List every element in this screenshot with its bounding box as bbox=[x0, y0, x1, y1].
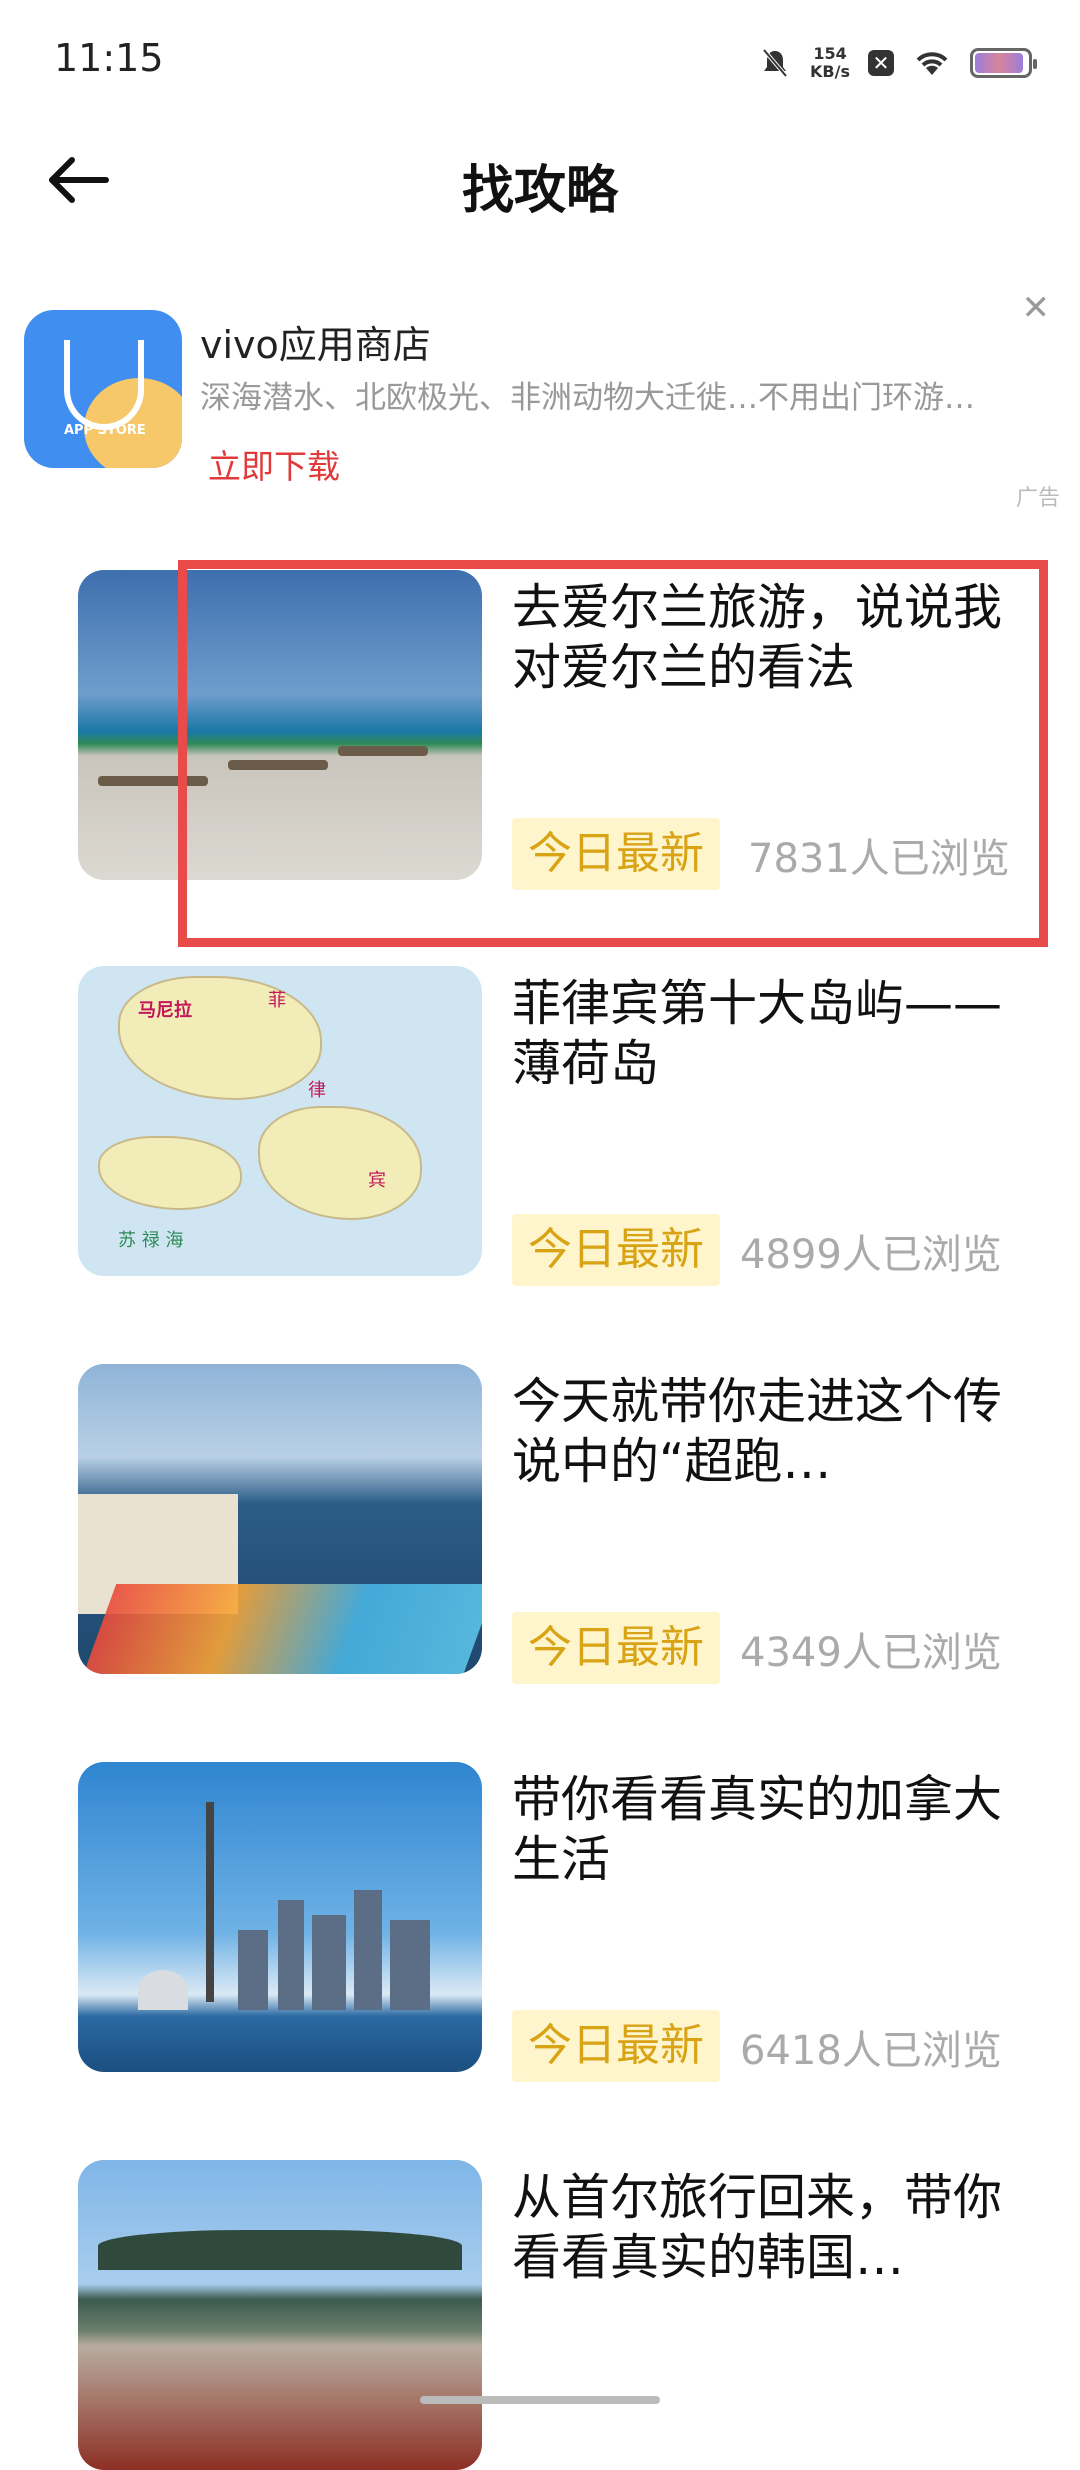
network-speed: 154 KB/s bbox=[810, 45, 850, 81]
network-speed-value: 154 bbox=[813, 44, 847, 63]
close-icon[interactable]: ✕ bbox=[1022, 288, 1051, 328]
article-thumbnail bbox=[78, 1364, 482, 1674]
list-item[interactable]: 今天就带你走进这个传说中的“超跑… 今日最新 4349人已浏览 bbox=[78, 1364, 1018, 1684]
article-title: 菲律宾第十大岛屿——薄荷岛 bbox=[512, 975, 1003, 1092]
ad-app-name: vivo应用商店 bbox=[200, 323, 431, 367]
view-count: 4349人已浏览 bbox=[740, 1630, 1002, 1676]
wifi-icon bbox=[916, 52, 948, 75]
status-badge: 今日最新 bbox=[512, 2010, 720, 2082]
map-label: 律 bbox=[308, 1080, 326, 1101]
cn-tower-shape bbox=[206, 1802, 214, 2002]
map-label: 菲 bbox=[268, 990, 286, 1011]
network-speed-unit: KB/s bbox=[810, 62, 850, 81]
building-shape bbox=[390, 1920, 430, 2010]
ad-label: 广告 bbox=[1015, 486, 1060, 511]
map-label: 苏 禄 海 bbox=[118, 1230, 184, 1251]
status-badge: 今日最新 bbox=[512, 1214, 720, 1286]
map-island bbox=[258, 1106, 422, 1220]
page-title: 找攻略 bbox=[461, 161, 618, 221]
page-header: 找攻略 bbox=[0, 120, 1080, 240]
map-label: 马尼拉 bbox=[138, 1000, 192, 1021]
list-item[interactable]: 带你看看真实的加拿大生活 今日最新 6418人已浏览 bbox=[78, 1762, 1018, 2082]
palace-roof-shape bbox=[98, 2230, 462, 2270]
map-island bbox=[98, 1136, 242, 1210]
article-thumbnail bbox=[78, 2160, 482, 2470]
download-button[interactable]: 立即下载 bbox=[208, 440, 340, 488]
status-bar: 11:15 154 KB/s ✕ bbox=[0, 0, 1080, 120]
article-thumbnail: 马尼拉 菲 律 宾 苏 禄 海 bbox=[78, 966, 482, 1276]
article-title: 今天就带你走进这个传说中的“超跑… bbox=[512, 1373, 1003, 1490]
list-item[interactable]: 马尼拉 菲 律 宾 苏 禄 海 菲律宾第十大岛屿——薄荷岛 今日最新 4899人… bbox=[78, 966, 1018, 1286]
building-shape bbox=[138, 1970, 188, 2010]
article-thumbnail bbox=[78, 1762, 482, 2072]
home-indicator[interactable] bbox=[420, 2396, 660, 2404]
building-shape bbox=[238, 1930, 268, 2010]
status-time: 11:15 bbox=[54, 36, 164, 80]
article-title: 带你看看真实的加拿大生活 bbox=[512, 1771, 1003, 1888]
building-shape bbox=[312, 1915, 346, 2010]
status-icons: 154 KB/s ✕ bbox=[758, 38, 1037, 88]
ad-description: 深海潜水、北欧极光、非洲动物大迁徙…不用出门环游… bbox=[200, 380, 975, 416]
map-island bbox=[118, 976, 322, 1100]
logo-text: APP STORE bbox=[64, 423, 146, 438]
shopping-bag-icon bbox=[64, 340, 144, 430]
view-count: 6418人已浏览 bbox=[740, 2028, 1002, 2074]
app-store-logo: APP STORE bbox=[24, 310, 182, 468]
highlight-box bbox=[178, 560, 1048, 947]
mute-bell-icon bbox=[762, 48, 788, 78]
view-count: 4899人已浏览 bbox=[740, 1232, 1002, 1278]
map-label: 宾 bbox=[368, 1170, 386, 1191]
battery-icon bbox=[970, 48, 1037, 78]
status-badge: 今日最新 bbox=[512, 1612, 720, 1684]
battery-level bbox=[975, 53, 1023, 73]
building-shape bbox=[278, 1900, 304, 2010]
ad-banner[interactable]: APP STORE vivo应用商店 深海潜水、北欧极光、非洲动物大迁徙…不用出… bbox=[0, 280, 1080, 520]
article-title: 从首尔旅行回来，带你看看真实的韩国… bbox=[512, 2169, 1003, 2286]
building-shape bbox=[354, 1890, 382, 2010]
pool-shape bbox=[79, 1584, 482, 1674]
list-item[interactable]: 从首尔旅行回来，带你看看真实的韩国… bbox=[78, 2160, 1018, 2470]
sim-x-icon: ✕ bbox=[868, 50, 894, 76]
